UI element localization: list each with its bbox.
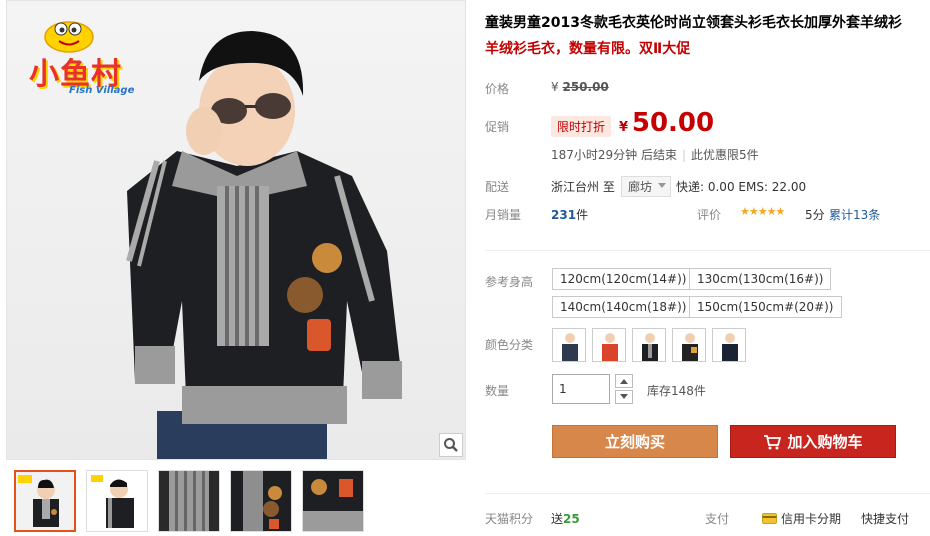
cart-icon	[764, 434, 782, 449]
buy-now-label: 立刻购买	[604, 433, 665, 451]
promo-price-value: 50.00	[631, 108, 715, 138]
color-swatch-5[interactable]	[712, 328, 746, 362]
divider	[485, 493, 930, 494]
credit-card-icon	[762, 513, 777, 524]
size-option-140[interactable]: 140cm(140cm(18#))	[552, 296, 695, 318]
promo-currency-symbol: ¥	[619, 120, 629, 135]
sales-count-value: 231	[551, 208, 577, 222]
quick-pay-link[interactable]: 快捷支付	[861, 510, 909, 527]
arrow-down-icon	[620, 394, 628, 399]
add-to-cart-button[interactable]: 加入购物车	[730, 425, 896, 458]
add-to-cart-label: 加入购物车	[787, 433, 863, 451]
ship-to-value: 廊坊	[628, 180, 653, 194]
product-subtitle: 羊绒衫毛衣，数量有限。双Ⅱ大促	[485, 41, 691, 57]
promotion-price: ¥ 50.00	[619, 108, 714, 138]
thumbnail-4[interactable]	[230, 470, 292, 532]
quantity-input[interactable]	[552, 374, 610, 404]
zoom-button[interactable]	[439, 433, 463, 457]
separator: |	[682, 148, 687, 162]
buy-now-button[interactable]: 立刻购买	[552, 425, 718, 458]
quantity-decrease-button[interactable]	[615, 390, 633, 404]
ship-from-text: 浙江台州 至	[551, 180, 615, 194]
credit-installment-label: 信用卡分期	[781, 512, 842, 526]
size-option-120[interactable]: 120cm(120cm(14#))	[552, 268, 695, 290]
rating-stars-icon: ★★★★★	[740, 205, 785, 218]
divider	[485, 250, 930, 251]
thumbnail-2[interactable]	[86, 470, 148, 532]
points-label: 天猫积分	[485, 512, 534, 526]
sales-count: 231件	[551, 206, 588, 223]
promotion-badge: 限时打折	[551, 116, 612, 137]
promo-limit-text: 此优惠限5件	[691, 148, 759, 162]
original-price: ¥ 250.00	[551, 80, 609, 94]
points-info: 送25	[551, 510, 580, 527]
shipping-fees: 快递: 0.00 EMS: 22.00	[676, 180, 807, 194]
color-swatch-4[interactable]	[672, 328, 706, 362]
shipping-label: 配送	[485, 180, 510, 194]
main-product-image[interactable]: 小鱼村 Fish Village	[6, 0, 466, 460]
promotion-label: 促销	[485, 120, 510, 134]
promotion-countdown: 187小时29分钟 后结束 | 此优惠限5件	[551, 146, 759, 163]
thumbnail-strip	[14, 470, 364, 532]
thumbnail-5[interactable]	[302, 470, 364, 532]
sales-unit: 件	[576, 208, 589, 222]
caret-down-icon	[658, 183, 667, 188]
logo-sub-text: Fish Village	[69, 85, 135, 96]
arrow-up-icon	[620, 379, 628, 384]
review-count-link[interactable]: 累计13条	[829, 206, 880, 223]
quantity-label: 数量	[485, 384, 510, 398]
thumbnail-1[interactable]	[14, 470, 76, 532]
rating-label: 评价	[697, 208, 722, 222]
color-swatch-3[interactable]	[632, 328, 666, 362]
color-swatch-1[interactable]	[552, 328, 586, 362]
zoom-icon	[444, 438, 458, 452]
stock-text: 库存148件	[647, 384, 706, 398]
points-text: 送	[551, 512, 564, 526]
size-label: 参考身高	[485, 275, 534, 289]
sales-label: 月销量	[485, 208, 522, 222]
size-option-150[interactable]: 150cm(150cm#(20#))	[689, 296, 842, 318]
size-option-130[interactable]: 130cm(130cm(16#))	[689, 268, 832, 290]
color-swatch-2[interactable]	[592, 328, 626, 362]
countdown-text: 187小时29分钟 后结束	[551, 148, 677, 162]
quantity-increase-button[interactable]	[615, 374, 633, 388]
currency-symbol: ¥	[551, 80, 559, 94]
rating-score: 5分	[805, 208, 825, 222]
product-gallery: 小鱼村 Fish Village	[6, 0, 466, 536]
thumbnail-3[interactable]	[158, 470, 220, 532]
credit-installment-link[interactable]: 信用卡分期	[762, 510, 841, 527]
price-label: 价格	[485, 82, 510, 96]
brand-logo: 小鱼村 Fish Village	[29, 15, 149, 101]
color-label: 颜色分类	[485, 338, 534, 352]
original-price-value: 250.00	[562, 80, 609, 94]
ship-to-select[interactable]: 廊坊	[621, 176, 672, 197]
points-value: 25	[563, 512, 580, 526]
pay-label: 支付	[705, 512, 730, 526]
product-title: 童装男童2013冬款毛衣英伦时尚立领套头衫毛衣长加厚外套羊绒衫	[485, 15, 902, 31]
